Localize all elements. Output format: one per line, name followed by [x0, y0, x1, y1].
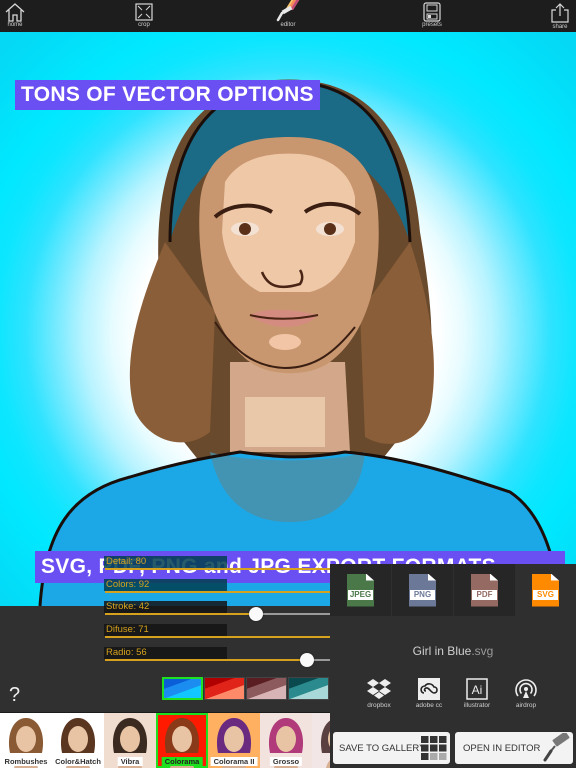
style-partial[interactable]: a — [312, 713, 330, 768]
radio-slider-thumb[interactable] — [300, 653, 314, 667]
jpeg-file-icon: JPEG — [347, 573, 374, 607]
toolbar-crop-button[interactable]: crop — [119, 0, 169, 32]
style-colorama-ii[interactable]: Colorama II — [208, 713, 260, 768]
format-tag: JPEG — [348, 589, 373, 600]
format-tab-svg[interactable]: SVG — [515, 564, 576, 616]
share-illustrator-button[interactable]: Ai illustrator — [452, 678, 502, 709]
format-tag: PNG — [410, 589, 435, 600]
detail-slider-label: Detail: 80 — [104, 556, 227, 568]
difuse-slider-fill — [105, 636, 361, 638]
adobe-cc-icon — [418, 678, 440, 700]
svg-file-icon: SVG — [532, 573, 559, 607]
crop-icon — [135, 3, 153, 21]
style-label: Rombushes — [1, 757, 51, 766]
toolbar-home-label: home — [7, 22, 23, 28]
export-panel: JPEG PNG PDF SVG Girl in Blue.svg dropbo… — [330, 564, 576, 768]
share-adobe-cc-button[interactable]: adobe cc — [404, 678, 454, 709]
home-icon — [5, 3, 25, 22]
paint-roller-icon — [543, 733, 570, 762]
palette-teal[interactable] — [288, 677, 329, 700]
export-filename[interactable]: Girl in Blue.svg — [330, 644, 576, 658]
toolbar-editor-button[interactable]: editor — [263, 0, 313, 32]
format-tab-jpeg[interactable]: JPEG — [330, 564, 391, 616]
format-tag: SVG — [533, 589, 558, 600]
stroke-slider-thumb[interactable] — [249, 607, 263, 621]
style-label: Color&Hatch — [52, 757, 104, 766]
style-colorama[interactable]: Colorama — [156, 713, 208, 768]
palette-mauve[interactable] — [246, 677, 287, 700]
toolbar-share-label: share — [552, 24, 568, 30]
palette-red[interactable] — [204, 677, 245, 700]
stroke-slider-fill — [105, 613, 256, 615]
share-dropbox-button[interactable]: dropbox — [354, 678, 404, 709]
filename-extension: .svg — [471, 644, 494, 658]
open-in-editor-button[interactable]: OPEN IN EDITOR — [455, 732, 573, 764]
dropbox-icon — [367, 679, 391, 699]
image-canvas[interactable]: TONS OF VECTOR OPTIONS SVG, PDF, PNG and… — [0, 32, 576, 606]
stroke-slider-label: Stroke: 42 — [104, 601, 227, 613]
illustrator-icon: Ai — [466, 678, 488, 700]
difuse-slider-label: Difuse: 71 — [104, 624, 227, 636]
radio-slider-label: Radio: 56 — [104, 647, 227, 659]
filename-base: Girl in Blue — [412, 644, 472, 658]
colors-slider-label: Colors: 92 — [104, 579, 227, 591]
toolbar-editor-label: editor — [280, 22, 296, 28]
top-toolbar: home crop editor presets share — [0, 0, 576, 32]
share-dropbox-label: dropbox — [367, 702, 391, 709]
help-button[interactable]: ? — [9, 684, 20, 707]
png-file-icon: PNG — [409, 573, 436, 607]
style-label: Colorama — [161, 757, 203, 766]
svg-text:Ai: Ai — [472, 683, 483, 697]
format-tab-pdf[interactable]: PDF — [454, 564, 515, 616]
share-icon — [551, 3, 569, 23]
style-presets-strip[interactable]: Rombushes Color&Hatch Vibra Colorama Col… — [0, 713, 330, 768]
style-label: Colorama II — [210, 757, 258, 766]
toolbar-share-button[interactable]: share — [535, 0, 576, 32]
style-vibra[interactable]: Vibra — [104, 713, 156, 768]
share-airdrop-button[interactable]: airdrop — [501, 678, 551, 709]
style-label: Vibra — [117, 757, 143, 766]
style-label: Grosso — [269, 757, 303, 766]
save-disk-icon — [423, 2, 441, 22]
toolbar-presets-label: presets — [422, 22, 442, 28]
format-tag: PDF — [472, 589, 497, 600]
toolbar-crop-label: crop — [138, 22, 150, 28]
gallery-grid-icon — [421, 736, 447, 760]
toolbar-presets-button[interactable]: presets — [407, 0, 457, 32]
toolbar-home-button[interactable]: home — [0, 0, 40, 32]
share-illustrator-label: illustrator — [463, 702, 491, 709]
style-color-hatch[interactable]: Color&Hatch — [52, 713, 104, 768]
pdf-file-icon: PDF — [471, 573, 498, 607]
style-rombushes[interactable]: Rombushes — [0, 713, 52, 768]
style-thumbnail-portrait — [321, 720, 330, 768]
airdrop-icon — [515, 679, 537, 698]
promo-banner-vector-options: TONS OF VECTOR OPTIONS — [15, 80, 320, 110]
format-tab-png[interactable]: PNG — [392, 564, 453, 616]
share-adobe-cc-label: adobe cc — [415, 702, 443, 709]
palette-blue[interactable] — [162, 677, 203, 700]
save-to-gallery-button[interactable]: SAVE TO GALLERY — [333, 732, 450, 764]
save-to-gallery-label: SAVE TO GALLERY — [339, 742, 426, 754]
radio-slider-fill — [105, 659, 307, 661]
open-in-editor-label: OPEN IN EDITOR — [463, 742, 541, 754]
paint-roller-icon — [276, 0, 300, 22]
vectorized-portrait — [38, 79, 562, 606]
share-airdrop-label: airdrop — [515, 702, 537, 709]
style-grosso[interactable]: Grosso — [260, 713, 312, 768]
